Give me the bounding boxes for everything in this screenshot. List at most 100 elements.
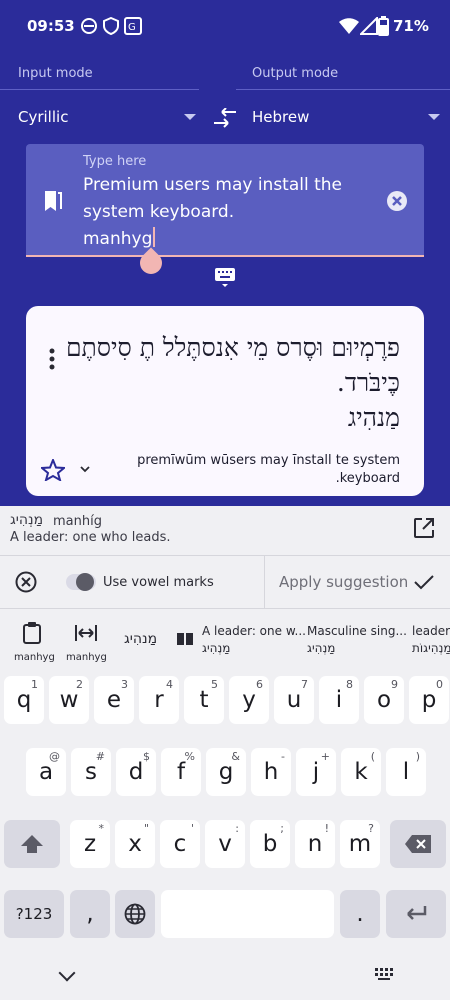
output-mode-dropdown-icon	[428, 114, 440, 120]
check-icon[interactable]	[414, 574, 434, 590]
swap-icon[interactable]	[212, 108, 238, 128]
hebrew-word-chip[interactable]: מַנהִיג	[116, 616, 164, 668]
key-letter: q	[16, 687, 32, 713]
language-key[interactable]	[115, 890, 155, 938]
plural-chip[interactable]: leaders מַנְהִיגוֹת	[410, 616, 450, 668]
symbols-key[interactable]: ?123	[4, 890, 64, 938]
key-g[interactable]: g &	[206, 748, 246, 796]
input-mode-select[interactable]: Cyrillic	[0, 90, 200, 140]
key-v[interactable]: v:	[205, 820, 245, 868]
key-hint: 0	[436, 678, 443, 691]
space-key[interactable]	[161, 890, 334, 938]
apply-suggestion-button[interactable]: Apply suggestion	[279, 573, 408, 591]
battery-percent: 71%	[393, 17, 429, 35]
key-hint: %	[184, 750, 195, 763]
key-n[interactable]: n!	[295, 820, 335, 868]
key-hint: -	[281, 750, 285, 763]
input-text[interactable]: Premium users may install the system key…	[83, 172, 353, 253]
key-letter: v	[218, 831, 232, 857]
period-key[interactable]: .	[340, 890, 380, 938]
key-hint: 4	[166, 678, 173, 691]
keyboard-switcher-icon[interactable]	[375, 968, 393, 980]
more-options-icon[interactable]	[48, 348, 56, 370]
key-w[interactable]: w2	[49, 676, 89, 724]
plural-chip-title: leaders	[412, 624, 450, 638]
key-hint: 6	[256, 678, 263, 691]
key-letter: b	[262, 831, 278, 857]
input-mode-divider	[0, 89, 199, 90]
key-letter: e	[106, 687, 122, 713]
comma-key[interactable]: ,	[70, 890, 110, 938]
key-letter: o	[376, 687, 392, 713]
key-b[interactable]: b;	[250, 820, 290, 868]
key-hint: 1	[31, 678, 38, 691]
vowel-marks-toggle-knob	[76, 573, 94, 591]
key-e[interactable]: e3	[94, 676, 134, 724]
book-icon	[177, 633, 193, 645]
paste-chip[interactable]: manhyg	[8, 616, 58, 668]
key-a[interactable]: a @	[26, 748, 66, 796]
clear-input-icon[interactable]	[386, 190, 408, 212]
masculine-chip-title: Masculine sing...	[307, 624, 407, 638]
key-p[interactable]: p0	[409, 676, 449, 724]
keyboard-toggle-icon[interactable]	[213, 266, 237, 290]
app-notification-icon	[81, 18, 97, 34]
output-mode-value: Hebrew	[252, 108, 310, 126]
signal-icon	[360, 17, 378, 35]
key-c[interactable]: c '	[160, 820, 200, 868]
key-letter: x	[128, 831, 142, 857]
key-r[interactable]: r4	[139, 676, 179, 724]
key-letter: d	[128, 759, 144, 785]
input-mode-value: Cyrillic	[18, 108, 69, 126]
key-h[interactable]: h-	[251, 748, 291, 796]
key-letter: y	[242, 687, 256, 713]
masculine-chip[interactable]: Masculine sing... מַנְהִיג	[304, 616, 408, 668]
bookmarks-icon[interactable]	[43, 189, 63, 213]
key-letter: n	[307, 831, 323, 857]
shield-icon	[103, 17, 119, 35]
key-k[interactable]: k(	[341, 748, 381, 796]
key-hint: ?	[368, 822, 374, 835]
dictionary-translit: manhíg	[53, 514, 102, 529]
width-chip[interactable]: manhyg	[60, 616, 110, 668]
hebrew-output-text[interactable]: פרֶמְיוּם וּסֶרס מֵי אִנסתֶּלל תֶ סִיסתֶ…	[62, 330, 400, 435]
key-hint: )	[415, 750, 420, 763]
output-mode-label: Output mode	[252, 66, 339, 81]
key-q[interactable]: q1	[4, 676, 44, 724]
key-t[interactable]: t5	[184, 676, 224, 724]
definition-chip[interactable]: A leader: one w... מַנְהִיג	[170, 616, 306, 668]
dictionary-word: מַנְהִיג	[10, 512, 44, 528]
enter-key[interactable]	[386, 890, 446, 938]
dictionary-definition: A leader: one who leads.	[10, 530, 171, 545]
width-chip-label: manhyg	[66, 652, 107, 663]
key-hint: "	[143, 822, 149, 835]
close-suggestions-icon[interactable]	[15, 571, 37, 593]
key-d[interactable]: d $	[116, 748, 156, 796]
backspace-key[interactable]	[390, 820, 446, 868]
key-x[interactable]: x "	[115, 820, 155, 868]
key-f[interactable]: f%	[161, 748, 201, 796]
key-hint: @	[49, 750, 60, 763]
key-i[interactable]: i8	[319, 676, 359, 724]
key-y[interactable]: y6	[229, 676, 269, 724]
translate-icon: G	[124, 17, 142, 35]
key-letter: k	[354, 759, 368, 785]
key-j[interactable]: j +	[296, 748, 336, 796]
transliteration-text: premīwūm wūsers may īnstall te system .k…	[137, 453, 400, 486]
open-external-icon[interactable]	[413, 517, 435, 539]
output-mode-divider	[236, 89, 450, 90]
key-l[interactable]: l)	[386, 748, 426, 796]
shift-key[interactable]	[4, 820, 60, 868]
key-m[interactable]: m?	[340, 820, 380, 868]
key-s[interactable]: s #	[71, 748, 111, 796]
hebrew-output-value: פרֶמְיוּם וּסֶרס מֵי אִנסתֶּלל תֶ סִיסתֶ…	[65, 333, 400, 432]
star-icon[interactable]	[41, 459, 65, 481]
key-z[interactable]: z *	[70, 820, 110, 868]
output-mode-select[interactable]: Hebrew	[236, 90, 450, 140]
key-hint: 5	[211, 678, 218, 691]
input-text-value: Premium users may install the system key…	[83, 175, 343, 249]
key-o[interactable]: o9	[364, 676, 404, 724]
expand-width-icon	[75, 625, 97, 641]
paste-chip-label: manhyg	[14, 652, 55, 663]
key-u[interactable]: u7	[274, 676, 314, 724]
